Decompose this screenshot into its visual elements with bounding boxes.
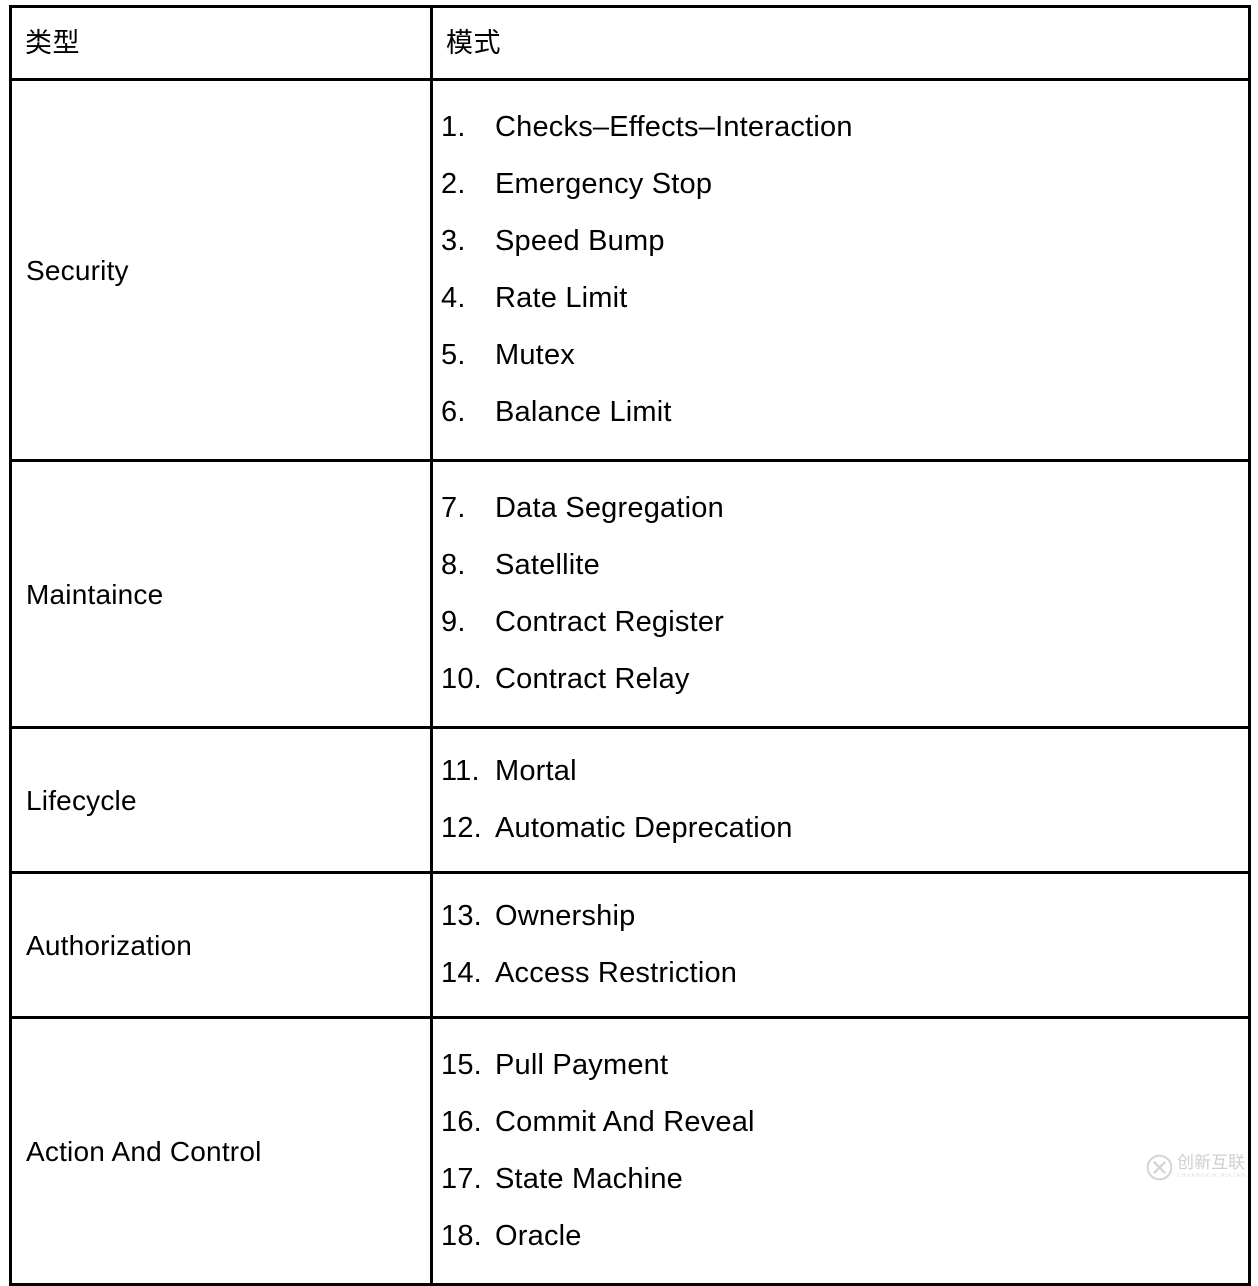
list-item: 17. State Machine: [433, 1151, 1248, 1208]
list-item-label: Contract Relay: [495, 663, 690, 695]
pattern-list: 11. Mortal 12. Automatic Deprecation: [433, 743, 1248, 857]
list-item-number: 12.: [441, 812, 482, 844]
list-item-number: 1.: [441, 111, 466, 143]
list-item: 7. Data Segregation: [433, 480, 1248, 537]
list-item-label: Pull Payment: [495, 1049, 669, 1081]
list-item: 4. Rate Limit: [433, 270, 1248, 327]
list-item-label: State Machine: [495, 1163, 683, 1195]
mode-cell-authorization: 13. Ownership 14. Access Restriction: [430, 871, 1251, 1019]
table-page: 类型 模式 Security 1. Checks–Effects–Interact…: [0, 0, 1258, 1286]
list-item: 13. Ownership: [433, 888, 1248, 945]
list-item-number: 2.: [441, 168, 466, 200]
type-label: Maintaince: [26, 578, 164, 610]
list-item: 12. Automatic Deprecation: [433, 800, 1248, 857]
list-item-number: 6.: [441, 396, 466, 428]
list-item: 14. Access Restriction: [433, 945, 1248, 1002]
table-header-row: 类型 模式: [9, 5, 1251, 81]
list-item-number: 17.: [441, 1163, 482, 1195]
table-row: Authorization 13. Ownership 14. Access Res…: [9, 871, 1251, 1019]
list-item-number: 14.: [441, 957, 482, 989]
list-item-label: Balance Limit: [495, 396, 672, 428]
list-item-label: Oracle: [495, 1220, 582, 1252]
list-item-number: 11.: [441, 755, 480, 787]
list-item-label: Mutex: [495, 339, 575, 371]
table-head: 类型 模式: [9, 5, 1251, 81]
list-item-label: Ownership: [495, 900, 636, 932]
list-item-number: 8.: [441, 549, 466, 581]
table-body: Security 1. Checks–Effects–Interaction 2.…: [9, 78, 1251, 1286]
table-row: Security 1. Checks–Effects–Interaction 2.…: [9, 78, 1251, 462]
list-item-number: 13.: [441, 900, 482, 932]
list-item-number: 9.: [441, 606, 466, 638]
type-label: Action And Control: [26, 1135, 262, 1167]
list-item: 15. Pull Payment: [433, 1037, 1248, 1094]
list-item: 16. Commit And Reveal: [433, 1094, 1248, 1151]
list-item-number: 5.: [441, 339, 466, 371]
list-item-label: Automatic Deprecation: [495, 812, 793, 844]
list-item-number: 16.: [441, 1106, 482, 1138]
list-item-number: 10.: [441, 663, 482, 695]
list-item-number: 3.: [441, 225, 466, 257]
column-header-type-label: 类型: [25, 27, 80, 58]
list-item-label: Mortal: [495, 755, 577, 787]
list-item: 2. Emergency Stop: [433, 156, 1248, 213]
list-item: 18. Oracle: [433, 1208, 1248, 1265]
list-item-label: Data Segregation: [495, 492, 724, 524]
column-header-mode-label: 模式: [446, 27, 501, 58]
list-item-number: 15.: [441, 1049, 482, 1081]
type-cell-authorization: Authorization: [9, 871, 433, 1019]
table-row: Maintaince 7. Data Segregation 8. Satellit…: [9, 459, 1251, 729]
column-header-mode: 模式: [430, 5, 1251, 81]
type-cell-security: Security: [9, 78, 433, 462]
list-item-number: 7.: [441, 492, 466, 524]
type-label: Security: [26, 254, 129, 286]
list-item: 8. Satellite: [433, 537, 1248, 594]
list-item-label: Checks–Effects–Interaction: [495, 111, 853, 143]
list-item-label: Access Restriction: [495, 957, 738, 989]
list-item-number: 4.: [441, 282, 466, 314]
table-row: Action And Control 15. Pull Payment 16. Co…: [9, 1016, 1251, 1286]
list-item: 9. Contract Register: [433, 594, 1248, 651]
list-item-label: Emergency Stop: [495, 168, 713, 200]
type-cell-lifecycle: Lifecycle: [9, 726, 433, 874]
list-item: 10. Contract Relay: [433, 651, 1248, 708]
type-cell-action-and-control: Action And Control: [9, 1016, 433, 1286]
list-item: 5. Mutex: [433, 327, 1248, 384]
pattern-list: 15. Pull Payment 16. Commit And Reveal 17.…: [433, 1037, 1248, 1265]
list-item-label: Commit And Reveal: [495, 1106, 755, 1138]
type-label: Lifecycle: [26, 784, 137, 816]
type-label: Authorization: [26, 929, 193, 961]
list-item-label: Rate Limit: [495, 282, 628, 314]
list-item: 1. Checks–Effects–Interaction: [433, 99, 1248, 156]
list-item: 6. Balance Limit: [433, 384, 1248, 441]
pattern-list: 1. Checks–Effects–Interaction 2. Emergency…: [433, 99, 1248, 441]
pattern-list: 7. Data Segregation 8. Satellite 9. Contrac…: [433, 480, 1248, 708]
mode-cell-action-and-control: 15. Pull Payment 16. Commit And Reveal 17.…: [430, 1016, 1251, 1286]
list-item-label: Satellite: [495, 549, 600, 581]
column-header-type: 类型: [9, 5, 433, 81]
list-item-label: Speed Bump: [495, 225, 665, 257]
smart-contract-pattern-table: 类型 模式 Security 1. Checks–Effects–Interact…: [9, 5, 1251, 1286]
pattern-list: 13. Ownership 14. Access Restriction: [433, 888, 1248, 1002]
mode-cell-maintaince: 7. Data Segregation 8. Satellite 9. Contrac…: [430, 459, 1251, 729]
list-item: 3. Speed Bump: [433, 213, 1248, 270]
list-item-label: Contract Register: [495, 606, 725, 638]
list-item-number: 18.: [441, 1220, 482, 1252]
type-cell-maintaince: Maintaince: [9, 459, 433, 729]
mode-cell-security: 1. Checks–Effects–Interaction 2. Emergency…: [430, 78, 1251, 462]
list-item: 11. Mortal: [433, 743, 1248, 800]
mode-cell-lifecycle: 11. Mortal 12. Automatic Deprecation: [430, 726, 1251, 874]
table-row: Lifecycle 11. Mortal 12. Automatic Depreca…: [9, 726, 1251, 874]
